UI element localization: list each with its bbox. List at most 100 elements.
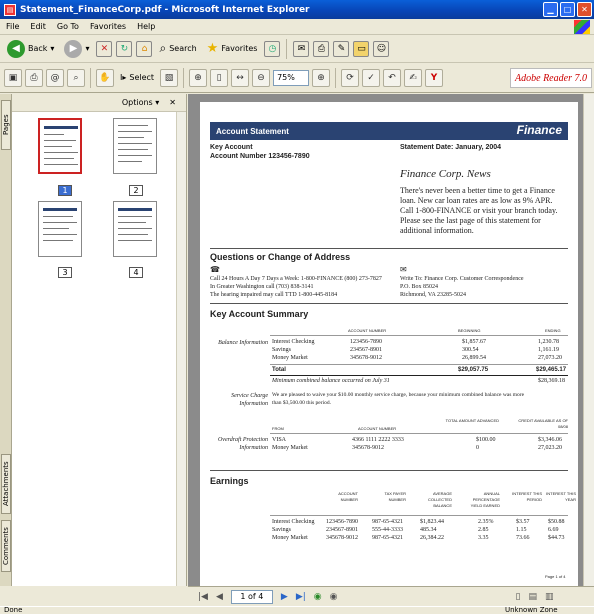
print-doc-icon[interactable]: ⎙ xyxy=(25,68,43,87)
page-thumbnail-1[interactable] xyxy=(38,118,82,174)
facing-icon[interactable]: ▥ xyxy=(545,592,554,602)
snapshot-icon[interactable]: ▧ xyxy=(160,68,179,87)
tab-comments[interactable]: Comments xyxy=(1,520,11,572)
refresh-icon[interactable]: ↻ xyxy=(116,40,133,57)
history-icon[interactable]: ◷ xyxy=(264,40,281,57)
ending-balance: 1,161.19 xyxy=(538,347,559,353)
forward-arrow-icon: ▶ xyxy=(64,39,83,58)
actual-size-icon[interactable]: ▯ xyxy=(210,68,229,87)
tab-pages[interactable]: Pages xyxy=(1,100,11,150)
window-title: Statement_FinanceCorp.pdf - Microsoft In… xyxy=(20,4,310,15)
thumbnail-label: 3 xyxy=(58,267,72,278)
mail-line: P.O. Box 85024 xyxy=(400,284,439,290)
statement-banner: Account Statement Finance xyxy=(210,122,568,140)
zoom-in-icon[interactable]: ⊕ xyxy=(189,68,208,87)
sign-icon[interactable]: ✍ xyxy=(404,68,423,87)
column-header: ANNUAL PERCENTAGE YIELD EARNED xyxy=(470,491,500,508)
panel-scrollbar[interactable] xyxy=(176,112,186,586)
text-cursor-icon: I▸ xyxy=(120,73,127,82)
edit-icon[interactable]: ✎ xyxy=(333,40,350,57)
column-header: ACCOUNT NUMBER xyxy=(358,426,397,431)
credit-available: 27,023.20 xyxy=(538,445,562,451)
zone-indicator: Unknown Zone xyxy=(505,606,558,614)
column-header: TOTAL AMOUNT ADVANCED xyxy=(445,418,499,423)
back-button[interactable]: ◀ Back ▾ xyxy=(4,38,57,60)
toolbar-divider xyxy=(183,67,185,88)
divider xyxy=(210,248,568,249)
news-line: loan. New car loan rates are as low as 9… xyxy=(400,196,553,205)
total-beginning: $29,057.75 xyxy=(458,367,489,373)
stop-icon[interactable]: ✕ xyxy=(96,40,113,57)
fit-width-icon[interactable]: ↔ xyxy=(231,68,250,87)
save-icon[interactable]: ▣ xyxy=(4,68,22,87)
tab-attachments[interactable]: Attachments xyxy=(1,454,11,514)
overdraft-label: Overdraft Protection Information xyxy=(217,437,268,451)
divider xyxy=(210,303,568,304)
zoom-plus-icon[interactable]: ⊕ xyxy=(312,68,331,87)
favorites-button[interactable]: ★ Favorites xyxy=(204,38,261,60)
account-number: Account Number 123456-7890 xyxy=(210,153,310,160)
interest-year: $50.88 xyxy=(548,519,565,525)
continuous-icon[interactable]: ▤ xyxy=(528,592,537,602)
forward-button[interactable]: ▶ ▾ xyxy=(61,38,92,60)
page-thumbnail-2[interactable] xyxy=(113,118,157,174)
email-doc-icon[interactable]: @ xyxy=(46,68,64,87)
close-button[interactable]: ✕ xyxy=(577,2,592,17)
document-scrollbar[interactable] xyxy=(583,94,594,586)
service-text: than $3,500.00 this period. xyxy=(272,400,331,406)
messenger-icon[interactable]: ☺ xyxy=(373,40,390,57)
maximize-button[interactable]: □ xyxy=(560,2,575,17)
earnings-account-number: 345678-9012 xyxy=(326,535,358,541)
first-page-icon[interactable]: |◀ xyxy=(198,592,208,602)
amount-advanced: $100.00 xyxy=(476,437,496,443)
menu-favorites[interactable]: Favorites xyxy=(90,22,126,31)
undo-icon[interactable]: ↶ xyxy=(383,68,402,87)
menu-file[interactable]: File xyxy=(6,22,19,31)
search-button[interactable]: ⌕ Search xyxy=(156,38,199,60)
windows-logo-icon xyxy=(574,20,590,34)
options-menu[interactable]: Options ▾ xyxy=(122,98,159,107)
column-header: ENDING xyxy=(545,328,561,333)
rotate-icon[interactable]: ⟳ xyxy=(341,68,360,87)
page-number-input[interactable]: 1 of 4 xyxy=(230,589,273,604)
last-page-icon[interactable]: ▶| xyxy=(296,592,306,602)
column-header: INTEREST THIS PERIOD xyxy=(512,491,542,502)
menu-edit[interactable]: Edit xyxy=(30,22,46,31)
zoom-out-icon[interactable]: ⊖ xyxy=(252,68,271,87)
page-thumbnail-4[interactable] xyxy=(113,201,157,257)
forward-view-icon[interactable]: ◉ xyxy=(330,592,338,602)
minimum-balance-value: $28,369.18 xyxy=(538,378,565,384)
prev-page-icon[interactable]: ◀ xyxy=(216,592,223,602)
yahoo-icon[interactable]: Y xyxy=(425,68,444,87)
spell-check-icon[interactable]: ✓ xyxy=(362,68,381,87)
zoom-input[interactable]: 75% xyxy=(273,69,310,86)
earnings-account-number: 234567-8901 xyxy=(326,527,358,533)
home-icon[interactable]: ⌂ xyxy=(136,40,153,57)
next-page-icon[interactable]: ▶ xyxy=(281,592,288,602)
print-icon[interactable]: ⎙ xyxy=(313,40,330,57)
news-line: additional information. xyxy=(400,226,474,235)
earnings-account-name: Money Market xyxy=(272,535,308,541)
status-bar: Done Unknown Zone xyxy=(0,606,594,614)
toolbar-divider xyxy=(90,67,91,88)
minimum-balance-label: Minimum combined balance occurred on Jul… xyxy=(272,378,390,384)
pages-panel-header: Options ▾ ✕ xyxy=(12,94,186,112)
average-balance: $1,823.44 xyxy=(420,519,444,525)
back-view-icon[interactable]: ◉ xyxy=(314,592,322,602)
minimize-button[interactable]: ▁ xyxy=(543,2,558,17)
folder-icon[interactable]: ▭ xyxy=(353,40,370,57)
telephone-icon: ☎ xyxy=(210,265,220,274)
adobe-reader-logo: Adobe Reader 7.0 xyxy=(510,68,592,88)
menu-help[interactable]: Help xyxy=(137,22,155,31)
select-tool-button[interactable]: I▸ Select xyxy=(117,67,157,89)
interest-period: 73.66 xyxy=(516,535,530,541)
mail-icon[interactable]: ✉ xyxy=(293,40,310,57)
single-page-icon[interactable]: ▯ xyxy=(516,592,521,602)
menu-goto[interactable]: Go To xyxy=(57,22,79,31)
average-balance: 26,384.22 xyxy=(420,535,444,541)
page-thumbnail-3[interactable] xyxy=(38,201,82,257)
hand-tool-icon[interactable]: ✋ xyxy=(96,68,114,87)
phone-line: The hearing impaired may call TTD 1-800-… xyxy=(210,292,338,298)
find-icon[interactable]: ⌕ xyxy=(67,68,85,87)
close-panel-icon[interactable]: ✕ xyxy=(169,98,176,107)
